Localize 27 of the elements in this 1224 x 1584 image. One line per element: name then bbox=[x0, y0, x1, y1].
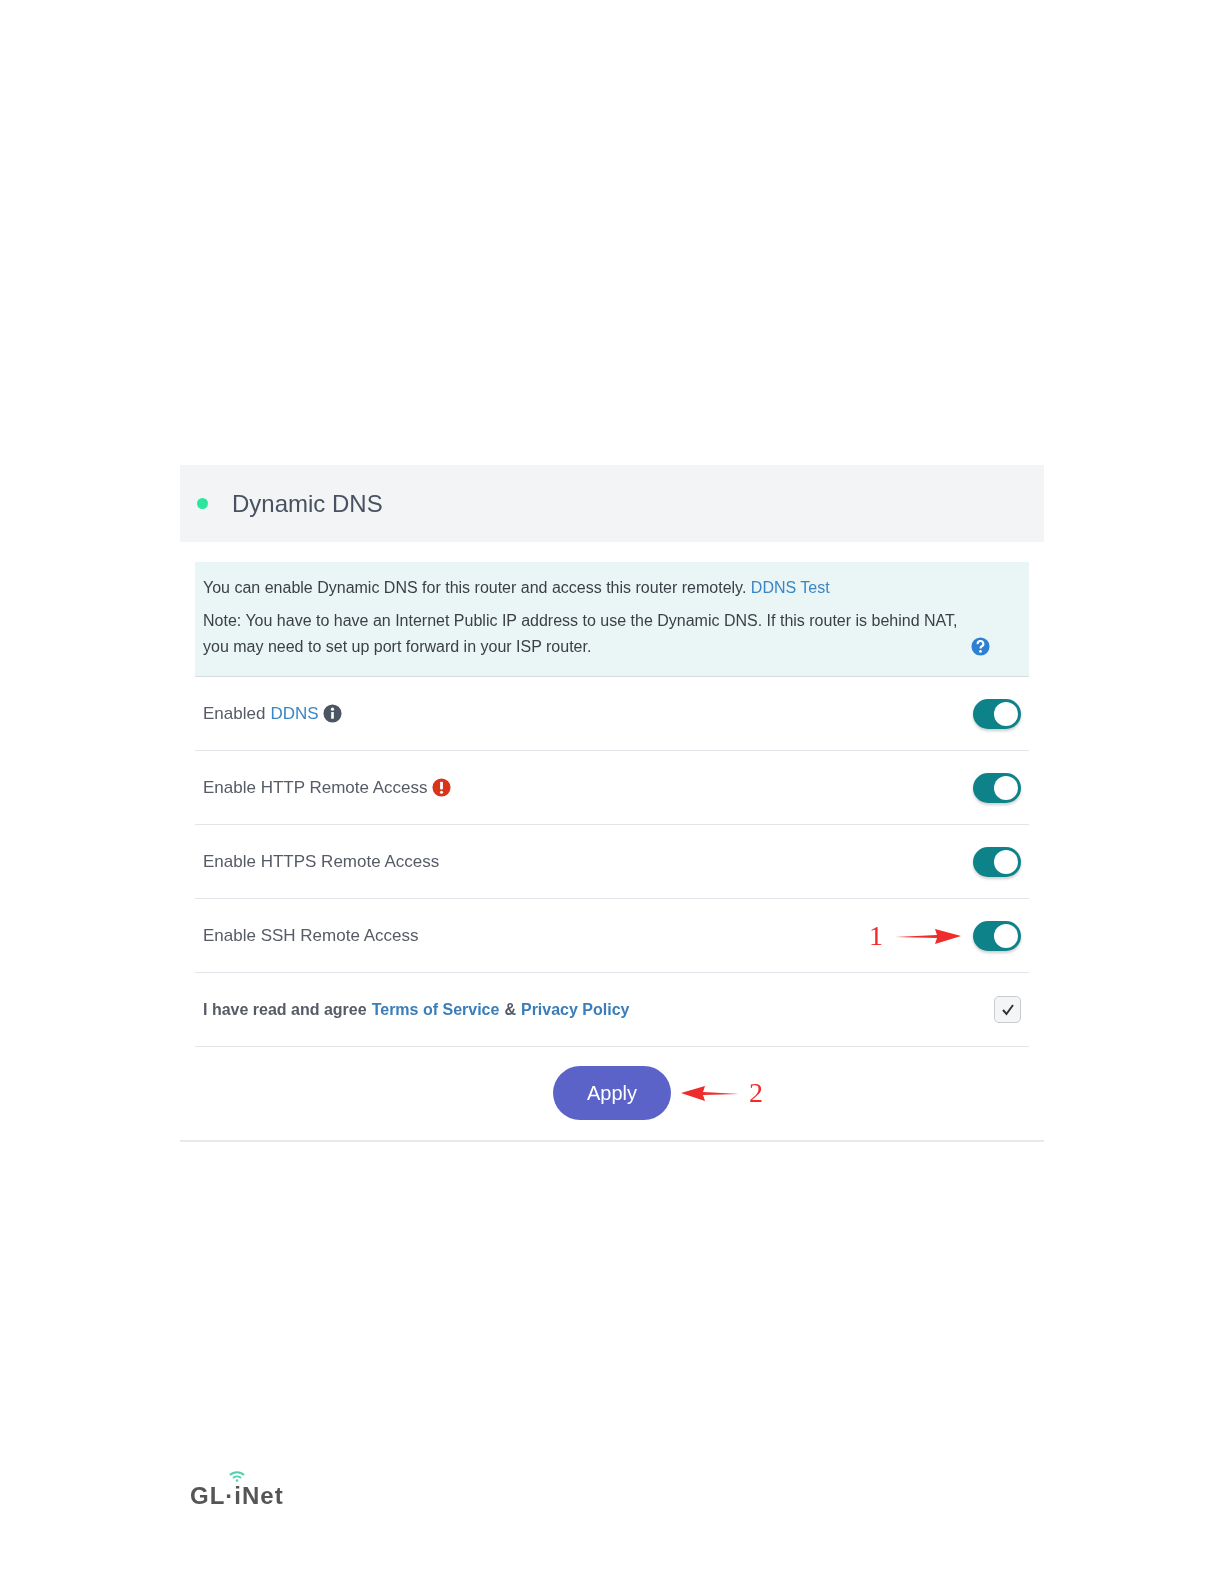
warning-icon bbox=[431, 778, 451, 797]
annotation-number: 2 bbox=[749, 1076, 763, 1110]
wifi-icon bbox=[229, 1470, 245, 1482]
toggle-switch[interactable] bbox=[973, 772, 1021, 803]
toggle-switch[interactable] bbox=[973, 846, 1021, 877]
agreement-checkbox[interactable] bbox=[994, 996, 1021, 1023]
setting-label: Enable SSH Remote Access bbox=[203, 924, 419, 947]
apply-button[interactable]: Apply bbox=[553, 1066, 671, 1120]
setting-label: Enable HTTP Remote Access bbox=[203, 776, 428, 799]
ddns-link[interactable]: DDNS bbox=[270, 700, 319, 727]
brand-logo: GL·iNet bbox=[190, 1482, 284, 1509]
setting-label: Enable HTTPS Remote Access bbox=[203, 850, 440, 873]
section-title: Dynamic DNS bbox=[232, 488, 383, 519]
annotation-number: 1 bbox=[869, 918, 883, 953]
help-icon[interactable] bbox=[971, 637, 990, 656]
agreement-text: I have read and agree bbox=[203, 999, 367, 1020]
info-icon bbox=[322, 704, 342, 723]
toggle-switch[interactable] bbox=[973, 698, 1021, 729]
note-text: Note: You have to have an Internet Public IP address to use the Dynamic DNS. If this router is behind NAT, you may need to set up port forward in your ISP router. bbox=[203, 611, 959, 657]
terms-link[interactable]: Terms of Service bbox=[371, 997, 500, 1022]
setting-label: Enabled bbox=[203, 702, 266, 725]
ampersand-text: & bbox=[504, 999, 516, 1020]
toggle-switch[interactable] bbox=[973, 920, 1021, 951]
privacy-link[interactable]: Privacy Policy bbox=[520, 997, 630, 1022]
check-icon bbox=[1000, 1002, 1015, 1017]
notice-text: You can enable Dynamic DNS for this router and access this router remotely. DDNS Test bbox=[203, 578, 831, 598]
ddns-test-link[interactable]: DDNS Test bbox=[750, 579, 830, 596]
